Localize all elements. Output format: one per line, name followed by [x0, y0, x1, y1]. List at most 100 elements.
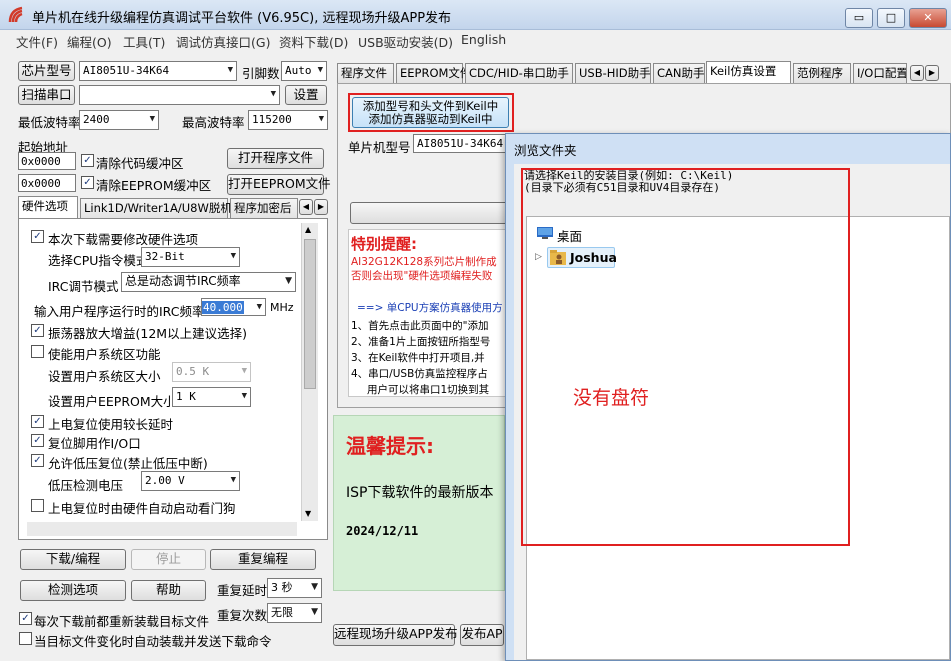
scan-port-button[interactable]: 扫描串口: [18, 85, 75, 105]
settings-button[interactable]: 设置: [285, 85, 327, 105]
sim-chip-value: AI8051U-34K64: [417, 137, 504, 150]
scrollbar-thumb[interactable]: [304, 239, 316, 389]
system-size-select[interactable]: 0.5 K ▼: [172, 362, 251, 382]
menu-program[interactable]: 编程(O): [67, 32, 112, 51]
auto-watchdog-checkbox[interactable]: [31, 499, 44, 512]
irc-frequency-input[interactable]: 40.000 ▼: [201, 298, 266, 316]
tab-usb-hid[interactable]: USB-HID助手: [575, 63, 651, 83]
modify-options-checkbox[interactable]: ✓: [31, 230, 44, 243]
repeat-program-button[interactable]: 重复编程: [210, 549, 316, 570]
menu-bar: 文件(F) 编程(O) 工具(T) 调试仿真接口(G) 资料下载(D) USB驱…: [0, 30, 951, 50]
clear-code-label: 清除代码缓冲区: [96, 156, 184, 171]
tab-eeprom-file[interactable]: EEPROM文件: [396, 63, 471, 83]
system-size-value: 0.5 K: [176, 365, 210, 378]
tab-keil-simulation[interactable]: Keil仿真设置: [706, 61, 791, 83]
low-voltage-select[interactable]: 2.00 V ▼: [141, 471, 240, 491]
menu-download[interactable]: 资料下载(D): [279, 32, 348, 51]
step5-text: 用户可以将串口1切换到其: [367, 384, 490, 396]
tab-scroll-left-icon[interactable]: ◀: [299, 199, 313, 215]
open-program-button[interactable]: 打开程序文件: [227, 148, 324, 169]
help-button[interactable]: 帮助: [131, 580, 206, 601]
browse-folder-dialog: 浏览文件夹 请选择Keil的安装目录(例如: C:\Keil) (目录下必须有C…: [505, 133, 951, 661]
download-program-button[interactable]: 下载/编程: [20, 549, 126, 570]
chevron-down-icon: ▼: [285, 276, 292, 286]
user-system-label: 使能用户系统区功能: [48, 347, 161, 362]
reload-checkbox[interactable]: ✓: [19, 612, 32, 625]
eeprom-size-select[interactable]: 1 K ▼: [172, 387, 251, 407]
tab-offline[interactable]: Link1D/Writer1A/U8W脱机: [80, 198, 232, 218]
eeprom-address-input[interactable]: 0x0000: [18, 174, 76, 192]
tab-scroll-right-icon[interactable]: ▶: [314, 199, 328, 215]
tab-serial-assistant[interactable]: CDC/HID-串口助手: [465, 63, 573, 83]
options-scrollbar[interactable]: ▲ ▼: [301, 223, 318, 521]
eeprom-size-value: 1 K: [176, 390, 196, 403]
tab-encryption[interactable]: 程序加密后: [230, 198, 298, 218]
port-select[interactable]: ▼: [79, 85, 280, 105]
reset-pin-io-checkbox[interactable]: ✓: [31, 434, 44, 447]
minimize-icon: ▭: [853, 11, 865, 24]
remote-upgrade-button[interactable]: 远程现场升级APP发布: [333, 624, 458, 646]
repeat-count-select[interactable]: 无限 ▼: [267, 603, 322, 623]
clear-eeprom-checkbox[interactable]: ✓: [81, 176, 94, 189]
clear-code-checkbox[interactable]: ✓: [81, 154, 94, 167]
pin-count-value: Auto: [285, 64, 312, 77]
cpu-mode-select[interactable]: 32-Bit ▼: [141, 247, 240, 267]
sim-action-button[interactable]: [350, 202, 510, 224]
right-tab-strip: 程序文件 EEPROM文件 CDC/HID-串口助手 USB-HID助手 CAN…: [337, 61, 951, 83]
annotation-box: [521, 168, 850, 546]
notice-box: 特别提醒: AI32G12K128系列芯片制作成 否则会出现"硬件选项编程失败 …: [348, 229, 508, 397]
min-baud-select[interactable]: 2400 ▼: [79, 110, 159, 130]
chevron-down-icon: ▼: [311, 607, 318, 617]
pin-count-select[interactable]: Auto ▼: [281, 61, 327, 81]
max-baud-select[interactable]: 115200 ▼: [248, 110, 328, 130]
publish-app-button[interactable]: 发布AP: [460, 624, 504, 646]
chip-model-button[interactable]: 芯片型号: [18, 61, 75, 81]
long-reset-checkbox[interactable]: ✓: [31, 415, 44, 428]
tab-can[interactable]: CAN助手: [653, 63, 705, 83]
maximize-button[interactable]: □: [877, 8, 905, 28]
tab-scroll-right-icon[interactable]: ▶: [925, 65, 939, 81]
max-baud-label: 最高波特率: [182, 115, 245, 130]
max-baud-value: 115200: [252, 113, 292, 126]
chip-model-select[interactable]: AI8051U-34K64 ▼: [79, 61, 237, 81]
tab-program-file[interactable]: 程序文件: [337, 63, 394, 83]
irc-mode-value: 总是动态调节IRC频率: [125, 274, 241, 288]
repeat-delay-value: 3 秒: [271, 581, 293, 594]
low-voltage-value: 2.00 V: [145, 474, 185, 487]
repeat-count-value: 无限: [271, 606, 293, 619]
detect-options-button[interactable]: 检测选项: [20, 580, 126, 601]
stop-button[interactable]: 停止: [131, 549, 206, 570]
cpu-mode-label: 选择CPU指令模式: [48, 253, 149, 268]
left-tab-strip: 硬件选项 Link1D/Writer1A/U8W脱机 程序加密后 ◀ ▶: [18, 196, 328, 218]
menu-file[interactable]: 文件(F): [16, 32, 58, 51]
repeat-delay-select[interactable]: 3 秒 ▼: [267, 578, 322, 598]
chevron-down-icon: ▼: [227, 65, 233, 75]
tab-io-config[interactable]: I/O口配置: [853, 63, 907, 83]
oscillator-gain-label: 振荡器放大增益(12M以上建议选择): [48, 326, 247, 341]
minimize-button[interactable]: ▭: [845, 8, 873, 28]
options-hscrollbar[interactable]: [27, 522, 297, 536]
menu-english[interactable]: English: [461, 32, 506, 47]
chevron-down-icon: ▼: [241, 366, 247, 376]
menu-usb-driver[interactable]: USB驱动安装(D): [358, 32, 453, 51]
notice-line2: 否则会出现"硬件选项编程失败: [351, 270, 493, 282]
tab-examples[interactable]: 范例程序: [793, 63, 851, 83]
irc-mode-select[interactable]: 总是动态调节IRC频率 ▼: [121, 272, 296, 292]
menu-debug[interactable]: 调试仿真接口(G): [176, 32, 270, 51]
oscillator-gain-checkbox[interactable]: ✓: [31, 324, 44, 337]
modify-options-label: 本次下载需要修改硬件选项: [48, 232, 199, 247]
tab-scroll-left-icon[interactable]: ◀: [910, 65, 924, 81]
menu-tools[interactable]: 工具(T): [123, 32, 165, 51]
scroll-up-icon[interactable]: ▲: [305, 225, 311, 234]
tips-panel: 温馨提示: ISP下载软件的最新版本 2024/12/11: [333, 415, 505, 591]
low-voltage-reset-checkbox[interactable]: ✓: [31, 454, 44, 467]
code-address-input[interactable]: 0x0000: [18, 152, 76, 170]
close-button[interactable]: ✕: [909, 8, 947, 28]
auto-load-checkbox[interactable]: [19, 632, 32, 645]
step1-text: 1、首先点击此页面中的"添加: [351, 320, 489, 332]
scroll-down-icon[interactable]: ▼: [305, 509, 311, 518]
sim-chip-select[interactable]: AI8051U-34K64: [413, 134, 513, 153]
user-system-checkbox[interactable]: [31, 345, 44, 358]
open-eeprom-button[interactable]: 打开EEPROM文件: [227, 174, 331, 195]
tab-hardware-options[interactable]: 硬件选项: [18, 196, 78, 218]
